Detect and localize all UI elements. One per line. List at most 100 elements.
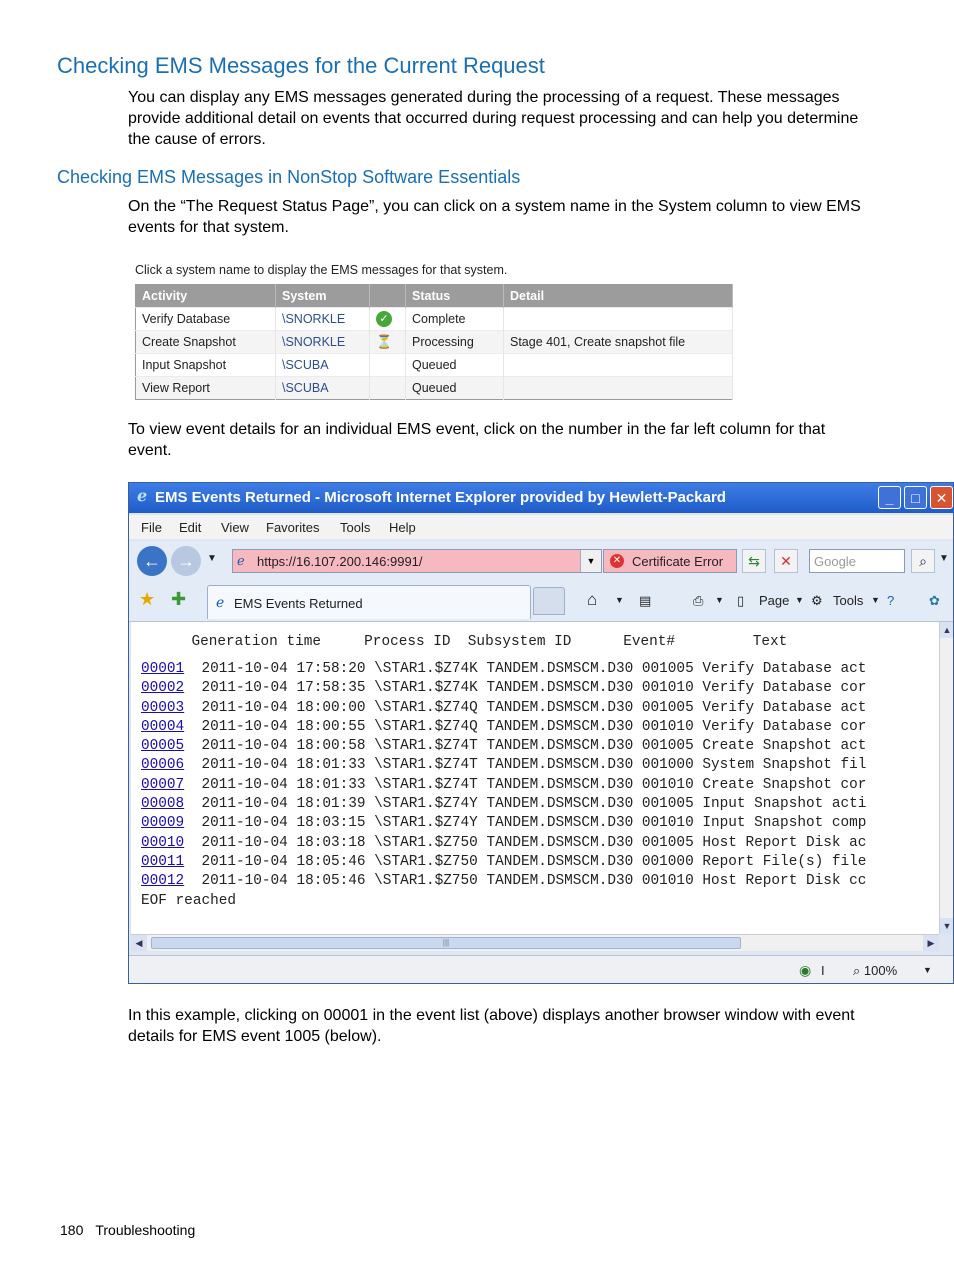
certificate-error-button[interactable]: ✕ Certificate Error [603,549,737,573]
status-cell: Processing [405,330,504,354]
status-cell: Complete [405,307,504,331]
zoom-level[interactable]: ⌕ 100% [853,963,897,979]
address-dropdown-icon[interactable]: ▼ [580,550,601,572]
forward-button[interactable]: → [171,546,201,576]
ie-logo-icon: ℯ [137,488,148,505]
event-link[interactable]: 00011 [141,854,184,870]
system-link[interactable]: \SCUBA [275,353,370,377]
scroll-down-icon[interactable]: ▼ [940,918,953,934]
page-number: 180 [60,1222,84,1238]
zoom-value: 100% [863,963,898,978]
horizontal-scrollbar[interactable]: ◀ ||| ▶ [131,934,939,951]
event-text: 2011-10-04 18:03:18 \STAR1.$Z750 TANDEM.… [184,834,867,851]
subsection-heading: Checking EMS Messages in NonStop Softwar… [57,167,521,187]
menu-file[interactable]: File [141,520,162,535]
status-icon-cell: ✓ [369,307,406,331]
maximize-button[interactable]: □ [904,486,927,509]
list-item: 00009 2011-10-04 18:03:15 \STAR1.$Z74Y T… [141,814,866,833]
close-button[interactable]: ✕ [930,486,953,509]
event-link[interactable]: 00005 [141,738,184,754]
detail-cell [503,353,733,377]
event-link[interactable]: 00007 [141,777,184,793]
tools-menu[interactable]: Tools [833,593,863,608]
check-icon: ✓ [376,311,392,327]
home-icon[interactable]: ⌂ [587,590,597,610]
search-icon[interactable]: ⌕ [911,549,935,573]
list-item: 00007 2011-10-04 18:01:33 \STAR1.$Z74T T… [141,776,866,795]
footer-section: Troubleshooting [95,1222,196,1238]
add-favorites-icon[interactable]: ✚ [171,589,186,610]
status-icon-cell [369,353,406,377]
zoom-dropdown-icon[interactable]: ▼ [923,965,932,975]
scroll-left-icon[interactable]: ◀ [131,935,147,951]
system-link[interactable]: \SCUBA [275,376,370,400]
event-link[interactable]: 00008 [141,796,184,812]
zone-label: I [821,963,825,978]
address-bar[interactable]: ℯ https://16.107.200.146:9991/ ▼ [232,549,602,573]
event-text: 2011-10-04 17:58:35 \STAR1.$Z74K TANDEM.… [184,680,867,697]
browser-window: ℯ EMS Events Returned - Microsoft Intern… [128,482,954,984]
event-link[interactable]: 00001 [141,661,184,677]
back-button[interactable]: ← [137,546,167,576]
col-status: Status [405,284,504,308]
favorites-star-icon[interactable]: ★ [139,589,155,610]
menu-favorites[interactable]: Favorites [266,520,319,535]
home-dropdown-icon[interactable]: ▼ [615,595,624,605]
event-link[interactable]: 00009 [141,815,184,831]
internet-zone-icon: ◉ [799,962,812,978]
event-link[interactable]: 00003 [141,700,184,716]
certificate-error-label: Certificate Error [632,554,724,569]
activity-cell: View Report [135,376,276,400]
refresh-button[interactable]: ⇆ [742,549,766,573]
vertical-scrollbar[interactable]: ▲ ▼ [939,622,953,934]
request-status-figure: Click a system name to display the EMS m… [135,262,733,400]
search-dropdown-icon[interactable]: ▼ [939,553,949,564]
menu-edit[interactable]: Edit [179,520,201,535]
list-item: 00001 2011-10-04 17:58:20 \STAR1.$Z74K T… [141,660,866,679]
event-link[interactable]: 00010 [141,835,184,851]
scroll-right-icon[interactable]: ▶ [923,935,939,951]
hourglass-icon: ⏳ [376,334,393,349]
tab-ems-events[interactable]: ℯ EMS Events Returned [207,585,531,619]
event-link[interactable]: 00004 [141,719,184,735]
menu-view[interactable]: View [221,520,249,535]
detail-cell: Stage 401, Create snapshot file [503,330,733,354]
page-menu[interactable]: Page [759,593,789,608]
event-link[interactable]: 00012 [141,873,184,889]
system-link[interactable]: \SNORKLE [275,307,370,331]
system-link[interactable]: \SNORKLE [275,330,370,354]
section-heading: Checking EMS Messages for the Current Re… [57,53,545,78]
page-dropdown-icon[interactable]: ▼ [795,595,804,605]
event-text: 2011-10-04 18:01:33 \STAR1.$Z74T TANDEM.… [184,757,867,774]
event-details-paragraph: To view event details for an individual … [128,421,826,459]
feeds-icon[interactable]: ▤ [639,593,651,609]
event-text: 2011-10-04 17:58:20 \STAR1.$Z74K TANDEM.… [184,661,867,677]
error-icon: ✕ [610,554,624,568]
help-icon[interactable]: ? [887,593,894,608]
history-dropdown-icon[interactable]: ▼ [207,553,217,564]
scroll-thumb[interactable]: ||| [151,937,741,949]
tools-dropdown-icon[interactable]: ▼ [871,595,880,605]
search-input[interactable]: Google [809,549,905,573]
events-header: Generation time Process ID Subsystem ID … [131,634,788,650]
research-icon[interactable]: ✿ [929,593,940,609]
list-item: 00005 2011-10-04 18:00:58 \STAR1.$Z74T T… [141,737,866,756]
address-url: https://16.107.200.146:9991/ [257,554,423,569]
status-icon-cell [369,376,406,400]
scroll-up-icon[interactable]: ▲ [940,622,953,638]
status-page-paragraph: On the “The Request Status Page”, you ca… [128,198,861,236]
list-item: 00004 2011-10-04 18:00:55 \STAR1.$Z74Q T… [141,718,866,737]
list-item: 00002 2011-10-04 17:58:35 \STAR1.$Z74K T… [141,679,866,698]
menu-tools[interactable]: Tools [340,520,370,535]
print-icon[interactable]: ⎙ [693,593,703,609]
event-link[interactable]: 00002 [141,680,184,696]
command-toolbar: ★ ✚ ℯ EMS Events Returned ⌂ ▼ ▤ ⎙ ▼ ▯ Pa… [129,581,953,622]
stop-button[interactable]: ✕ [774,549,798,573]
event-link[interactable]: 00006 [141,757,184,773]
minimize-button[interactable]: _ [878,486,901,509]
print-dropdown-icon[interactable]: ▼ [715,595,724,605]
tab-label: EMS Events Returned [234,596,363,611]
new-tab-button[interactable] [533,587,565,615]
event-text: 2011-10-04 18:03:15 \STAR1.$Z74Y TANDEM.… [184,815,867,832]
menu-help[interactable]: Help [389,520,416,535]
